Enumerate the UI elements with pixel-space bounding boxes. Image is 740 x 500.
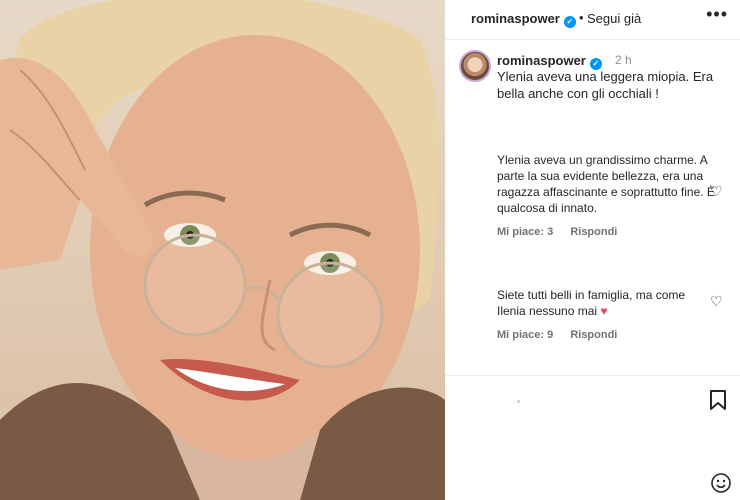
verified-badge-icon: ✓ bbox=[563, 16, 576, 28]
heart-outline-icon[interactable]: ♡ bbox=[710, 184, 724, 198]
post-header: rominaspower ✓ • Segui già ••• bbox=[445, 0, 740, 40]
post-actions-bar bbox=[445, 375, 740, 500]
comment-reply-button[interactable]: Rispondi bbox=[570, 329, 617, 341]
comment-likes[interactable]: Mi piace: 9 bbox=[497, 329, 553, 341]
post-photo[interactable] bbox=[0, 0, 445, 500]
comment-item: Ylenia aveva un grandissimo charme. A pa… bbox=[497, 152, 717, 240]
comment-meta: Mi piace: 9 Rispondi bbox=[497, 327, 717, 343]
comment-meta: Mi piace: 3 Rispondi bbox=[497, 224, 717, 240]
bookmark-icon[interactable] bbox=[709, 389, 727, 411]
avatar[interactable] bbox=[459, 50, 491, 82]
caption-username-text[interactable]: rominaspower bbox=[497, 53, 586, 68]
emoji-smile-icon[interactable] bbox=[710, 472, 732, 494]
header-username-text[interactable]: rominaspower bbox=[471, 11, 560, 26]
comment-reply-button[interactable]: Rispondi bbox=[570, 226, 617, 238]
heart-outline-icon[interactable]: ♡ bbox=[710, 294, 724, 308]
post-side-panel: rominaspower ✓ • Segui già ••• rominaspow… bbox=[445, 0, 740, 500]
post-photo-art bbox=[0, 0, 445, 500]
caption-time: 2 h bbox=[615, 53, 632, 67]
red-heart-emoji: ♥ bbox=[600, 304, 608, 318]
caption-text: Ylenia aveva una leggera miopia. Era bel… bbox=[497, 69, 714, 101]
header-username[interactable]: rominaspower ✓ bbox=[471, 11, 576, 28]
header-separator: • bbox=[579, 10, 584, 25]
comment-text: Ylenia aveva un grandissimo charme. A pa… bbox=[497, 153, 715, 215]
comment-likes[interactable]: Mi piace: 3 bbox=[497, 226, 553, 238]
comment-text: Siete tutti belli in famiglia, ma come I… bbox=[497, 288, 686, 318]
faint-mark bbox=[517, 400, 520, 403]
more-dots-icon[interactable]: ••• bbox=[706, 4, 728, 25]
comment-item: Siete tutti belli in famiglia, ma come I… bbox=[497, 287, 717, 343]
following-button[interactable]: Segui già bbox=[587, 11, 641, 26]
comment-text-wrap: Siete tutti belli in famiglia, ma come I… bbox=[497, 287, 717, 319]
